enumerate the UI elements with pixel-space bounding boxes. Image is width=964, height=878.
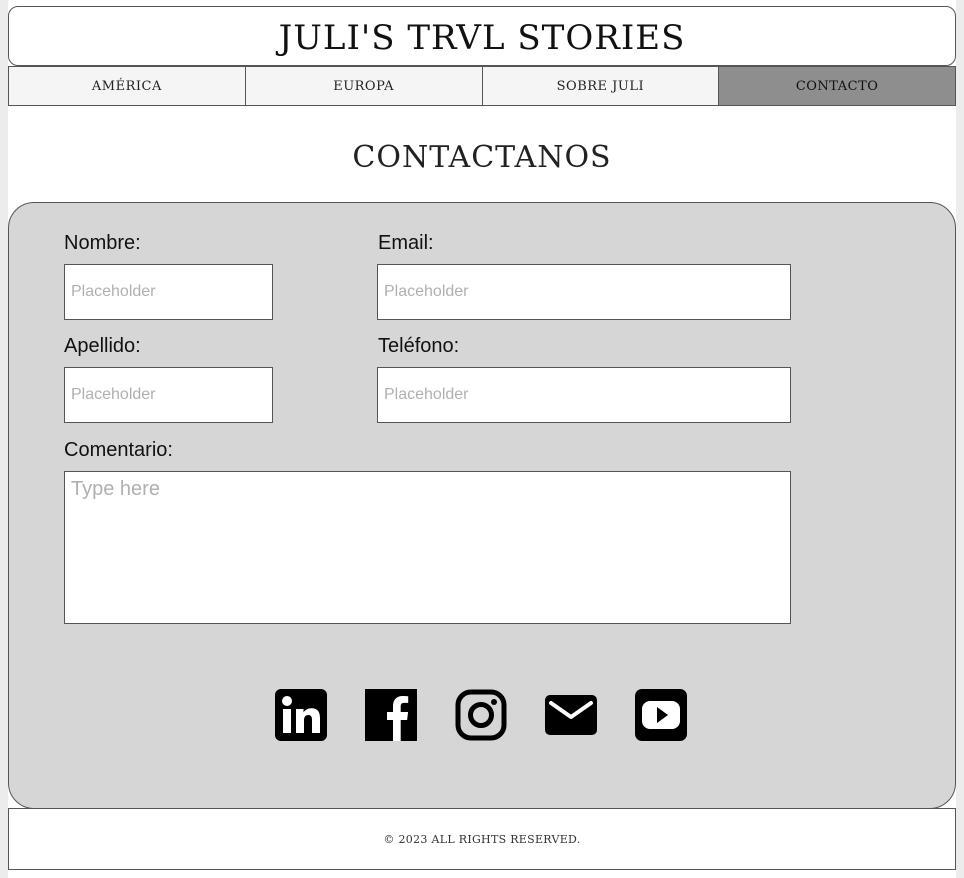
site-header: JULI'S TRVL STORIES bbox=[8, 6, 956, 66]
email-label: Email: bbox=[378, 232, 434, 254]
site-footer: © 2023 ALL RIGHTS RESERVED. bbox=[8, 808, 956, 870]
nav-item-contacto[interactable]: CONTACTO bbox=[719, 66, 956, 106]
comentario-textarea[interactable] bbox=[64, 471, 791, 624]
linkedin-icon[interactable] bbox=[275, 689, 327, 741]
email-field[interactable] bbox=[377, 264, 791, 320]
site-title: JULI'S TRVL STORIES bbox=[278, 18, 686, 58]
youtube-icon[interactable] bbox=[635, 689, 687, 741]
nombre-label: Nombre: bbox=[64, 232, 141, 254]
mail-icon[interactable] bbox=[545, 689, 597, 741]
apellido-field[interactable] bbox=[64, 367, 273, 423]
apellido-label: Apellido: bbox=[64, 335, 141, 357]
main-nav: AMÉRICA EUROPA SOBRE JULI CONTACTO bbox=[8, 66, 956, 106]
copyright-text: © 2023 ALL RIGHTS RESERVED. bbox=[383, 832, 581, 846]
social-links bbox=[275, 689, 687, 741]
nav-item-america[interactable]: AMÉRICA bbox=[8, 66, 246, 106]
nav-item-sobre-juli[interactable]: SOBRE JULI bbox=[482, 66, 720, 106]
facebook-icon[interactable] bbox=[365, 689, 417, 741]
nombre-field[interactable] bbox=[64, 264, 273, 320]
nav-item-europa[interactable]: EUROPA bbox=[245, 66, 483, 106]
instagram-icon[interactable] bbox=[455, 689, 507, 741]
comentario-label: Comentario: bbox=[64, 439, 173, 461]
telefono-field[interactable] bbox=[377, 367, 791, 423]
telefono-label: Teléfono: bbox=[378, 335, 460, 357]
page-title: CONTACTANOS bbox=[352, 140, 612, 175]
